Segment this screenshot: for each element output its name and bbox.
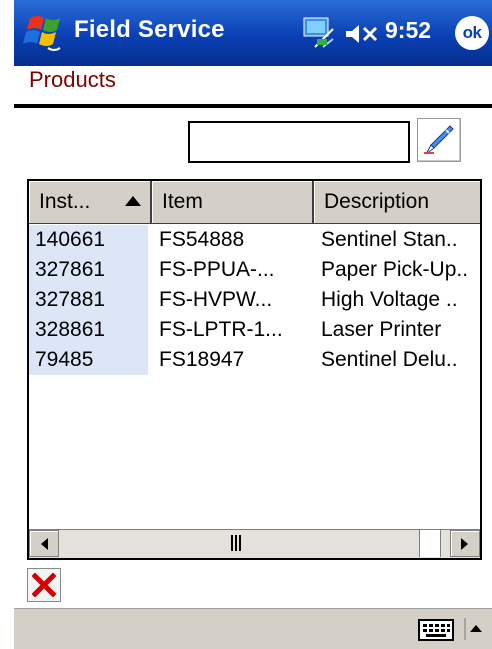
- cell-inst: 140661: [29, 225, 148, 255]
- horizontal-scrollbar[interactable]: [29, 529, 480, 558]
- arrow-right-icon: [461, 538, 468, 550]
- cell-item: FS-LPTR-1...: [159, 318, 283, 341]
- column-header-inst[interactable]: Inst...: [29, 181, 152, 223]
- table-row[interactable]: 327881 FS-HVPW... High Voltage ..: [29, 285, 480, 315]
- column-header-item[interactable]: Item: [152, 181, 314, 223]
- cell-inst: 327881: [29, 285, 148, 315]
- connectivity-icon[interactable]: [303, 17, 339, 51]
- keyboard-icon[interactable]: [418, 618, 456, 642]
- page-title: Products: [29, 67, 116, 92]
- list-header: Inst... Item Description: [29, 181, 480, 224]
- table-row[interactable]: 328861 FS-LPTR-1... Laser Printer: [29, 315, 480, 345]
- cell-item: FS54888: [159, 228, 245, 251]
- search-input[interactable]: [188, 121, 410, 163]
- column-header-item-label: Item: [162, 190, 203, 213]
- app-title: Field Service: [74, 16, 225, 43]
- table-row[interactable]: 79485 FS18947 Sentinel Delu..: [29, 345, 480, 375]
- cell-description: Sentinel Delu..: [321, 348, 458, 371]
- delete-x-icon: [32, 573, 56, 597]
- column-header-description-label: Description: [324, 190, 430, 213]
- cell-item: FS18947: [159, 348, 245, 371]
- sort-ascending-icon: [125, 196, 141, 206]
- ok-button[interactable]: ok: [455, 16, 489, 50]
- cell-inst: 327861: [29, 255, 148, 285]
- column-header-inst-label: Inst...: [39, 190, 91, 213]
- cell-description: Laser Printer: [321, 318, 442, 341]
- products-list[interactable]: Inst... Item Description 140661 FS54888 …: [27, 179, 482, 560]
- cell-item: FS-HVPW...: [159, 288, 273, 311]
- cell-description: Sentinel Stan..: [321, 228, 458, 251]
- clock[interactable]: 9:52: [385, 17, 431, 44]
- column-header-description[interactable]: Description: [314, 181, 480, 223]
- cell-description: High Voltage ..: [321, 288, 458, 311]
- device-screen: Field Service 9:52 ok Products Inst... I…: [14, 0, 492, 649]
- delete-button[interactable]: [27, 568, 61, 602]
- find-button[interactable]: [417, 118, 461, 162]
- speaker-muted-icon[interactable]: [344, 22, 382, 46]
- scroll-thumb[interactable]: [419, 530, 441, 557]
- scroll-left-button[interactable]: [29, 530, 59, 557]
- table-row[interactable]: 327861 FS-PPUA-... Paper Pick-Up..: [29, 255, 480, 285]
- scroll-grip-icon: [231, 535, 243, 551]
- cell-inst: 79485: [29, 345, 148, 375]
- title-bar: Field Service 9:52 ok: [14, 0, 492, 66]
- cell-description: Paper Pick-Up..: [321, 258, 469, 281]
- windows-flag-icon[interactable]: [20, 8, 70, 56]
- command-bar: [14, 608, 492, 649]
- list-rows: 140661 FS54888 Sentinel Stan.. 327861 FS…: [29, 225, 480, 375]
- arrow-left-icon: [41, 538, 48, 550]
- find-pen-icon: [424, 125, 454, 155]
- heading-divider: [14, 104, 492, 108]
- cell-inst: 328861: [29, 315, 148, 345]
- table-row[interactable]: 140661 FS54888 Sentinel Stan..: [29, 225, 480, 255]
- scroll-right-button[interactable]: [450, 530, 480, 557]
- up-arrow-icon[interactable]: [464, 617, 486, 641]
- cell-item: FS-PPUA-...: [159, 258, 275, 281]
